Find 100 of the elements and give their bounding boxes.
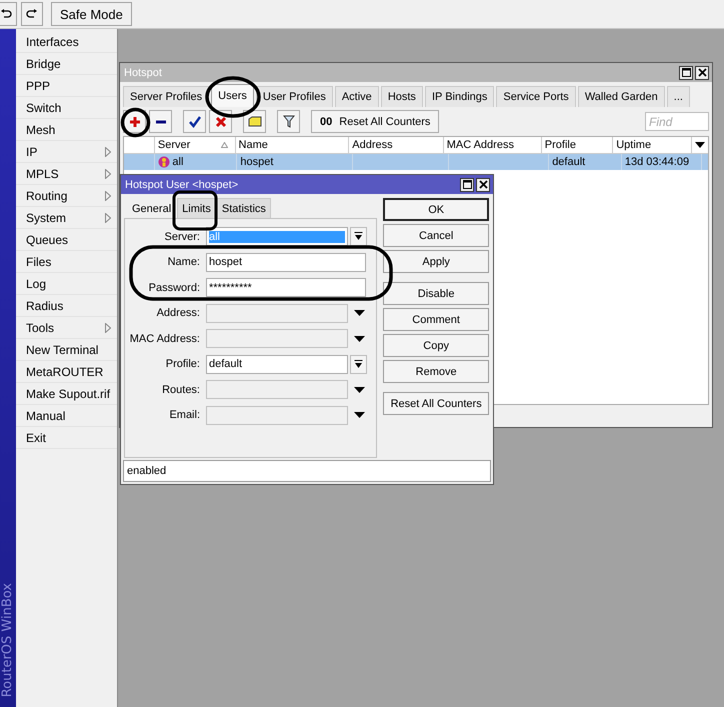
redo-button[interactable] <box>21 2 43 26</box>
input-field[interactable]: default <box>206 354 348 374</box>
maximize-icon <box>682 68 690 77</box>
column-menu-icon <box>695 142 705 148</box>
menu-item[interactable]: Interfaces <box>16 31 117 53</box>
dropdown-button[interactable] <box>354 412 365 418</box>
input-field[interactable]: ********** <box>206 278 366 298</box>
field-label: Server: <box>164 230 201 243</box>
find-field[interactable]: Find <box>645 112 709 131</box>
menu-item[interactable]: Bridge <box>16 53 117 75</box>
note-icon <box>248 116 262 127</box>
close-button[interactable] <box>476 178 490 192</box>
dialog-button[interactable]: Remove <box>383 360 489 383</box>
menu-item[interactable]: System <box>16 207 117 229</box>
field-label: Password: <box>148 282 201 294</box>
menu-item[interactable]: Tools <box>16 317 117 339</box>
dialog-button[interactable]: Cancel <box>383 224 489 247</box>
dialog-button[interactable]: Comment <box>383 308 489 331</box>
tab[interactable]: Walled Garden <box>578 86 665 107</box>
checkmark-icon <box>188 116 200 128</box>
safe-mode-button[interactable]: Safe Mode <box>51 2 132 26</box>
menu-item[interactable]: MetaROUTER <box>16 361 117 383</box>
dropdown-arrow-icon <box>354 386 365 393</box>
menu-item[interactable]: Exit <box>16 427 117 449</box>
table-cell: default <box>552 156 586 168</box>
redo-icon <box>26 9 38 19</box>
dropdown-arrow-icon <box>354 336 365 342</box>
user-icon <box>158 156 170 168</box>
tab[interactable]: Users <box>211 84 254 107</box>
maximize-button[interactable] <box>460 178 474 192</box>
window-title: Hotspot User <hospet> <box>125 178 238 190</box>
tab[interactable]: IP Bindings <box>424 86 494 107</box>
menu-item[interactable]: Switch <box>16 97 117 119</box>
table-cell: hospet <box>240 156 274 168</box>
tab[interactable]: Statistics <box>216 198 271 218</box>
cross-icon <box>214 116 226 128</box>
menu-item[interactable]: Mesh <box>16 119 117 141</box>
dialog-button[interactable]: Apply <box>383 250 489 273</box>
column-header[interactable]: Name <box>236 137 350 153</box>
field-label: MAC Address: <box>128 332 201 345</box>
menu-item[interactable]: IP <box>16 141 117 163</box>
column-header[interactable]: Profile <box>542 137 614 153</box>
menu-item[interactable]: Log <box>16 273 117 295</box>
dialog-button[interactable]: Copy <box>383 334 489 357</box>
input-field[interactable] <box>206 406 348 425</box>
dialog-button[interactable]: Reset All Counters <box>383 392 489 415</box>
brand-text: RouterOS WinBox <box>0 582 16 697</box>
input-field[interactable] <box>206 380 348 400</box>
tab[interactable]: Hosts <box>380 86 423 107</box>
menu-item[interactable]: Routing <box>16 185 117 207</box>
input-field[interactable] <box>206 304 348 323</box>
tab[interactable]: Active <box>334 86 379 107</box>
menu-item[interactable]: Manual <box>16 405 117 427</box>
column-header[interactable]: MAC Address <box>444 137 542 153</box>
annotation-circle <box>120 108 150 138</box>
column-header[interactable]: Address <box>349 137 444 153</box>
filter-button[interactable] <box>277 110 300 133</box>
maximize-button[interactable] <box>679 66 693 80</box>
input-field[interactable] <box>206 329 348 348</box>
menu-item[interactable]: MPLS <box>16 163 117 185</box>
maximize-icon <box>462 180 472 189</box>
reset-counters-button[interactable]: 00 Reset All Counters <box>311 110 440 133</box>
window-title: Hotspot <box>124 66 162 78</box>
dropdown-button[interactable] <box>354 386 365 393</box>
table-cell: all <box>172 156 184 168</box>
close-icon <box>478 180 488 189</box>
column-header[interactable]: Server <box>154 137 236 153</box>
dropdown-button[interactable] <box>354 310 365 316</box>
dialog-button[interactable]: OK <box>383 198 489 221</box>
comment-button[interactable] <box>243 110 266 133</box>
field-label: Address: <box>156 307 201 320</box>
column-header[interactable]: Uptime <box>613 137 692 153</box>
dropdown-arrow-icon <box>354 310 365 316</box>
undo-button[interactable] <box>0 2 17 26</box>
tab[interactable]: User Profiles <box>256 86 333 107</box>
plus-icon <box>128 116 140 128</box>
menu-item[interactable]: Files <box>16 251 117 273</box>
dropdown-button[interactable] <box>350 354 367 374</box>
dialog-button[interactable]: Disable <box>383 282 489 305</box>
menu-item[interactable]: Make Supout.rif <box>16 383 117 405</box>
dropdown-button[interactable] <box>350 227 367 246</box>
filter-icon <box>282 115 294 128</box>
tab[interactable]: Server Profiles <box>123 86 210 107</box>
dropdown-button[interactable] <box>354 336 365 342</box>
menu-item[interactable]: Queues <box>16 229 117 251</box>
field-label: Profile: <box>164 358 201 370</box>
input-field[interactable]: hospet <box>206 252 366 272</box>
menu-item[interactable]: Radius <box>16 295 117 317</box>
enable-button[interactable] <box>183 110 206 133</box>
remove-button[interactable] <box>149 110 172 133</box>
menu-item[interactable]: PPP <box>16 75 117 97</box>
tab[interactable]: Limits <box>177 198 216 218</box>
tab[interactable]: ... <box>666 86 690 107</box>
status-text: enabled <box>127 465 166 477</box>
field-label: Name: <box>166 256 201 268</box>
close-button[interactable] <box>695 66 709 80</box>
table-row[interactable]: all hospet default 13d 03:44:09 <box>124 154 708 170</box>
close-icon <box>698 68 706 77</box>
tab[interactable]: Service Ports <box>496 86 576 107</box>
menu-item[interactable]: New Terminal <box>16 339 117 361</box>
